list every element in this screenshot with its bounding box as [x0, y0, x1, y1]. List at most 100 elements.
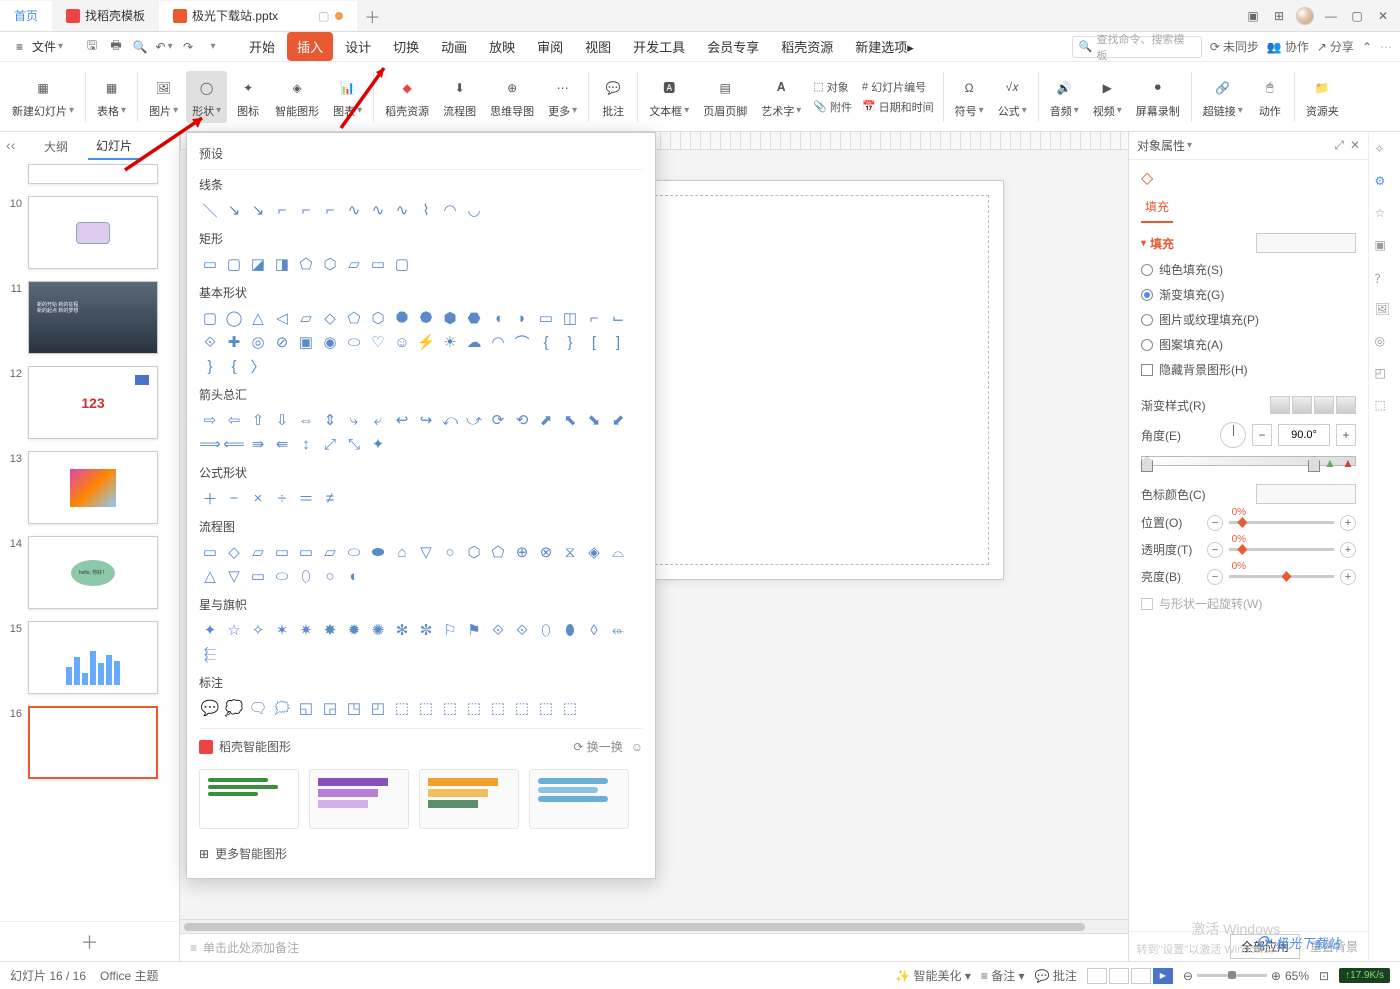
fill-preset-combo[interactable]	[1256, 233, 1356, 253]
window-maximize-button[interactable]: ▢	[1346, 5, 1368, 27]
fill-picture-radio[interactable]: 图片或纹理填充(P)	[1141, 311, 1356, 328]
panel-close-icon[interactable]: ✕	[1350, 138, 1360, 153]
layout-icon[interactable]: ▣	[1242, 5, 1264, 27]
beautify-button[interactable]: ✨ 智能美化 ▾	[895, 967, 971, 984]
position-slider[interactable]: 位置(O) − 0% +	[1141, 514, 1356, 531]
collab-button[interactable]: 👥 协作	[1267, 38, 1309, 55]
reset-bg-button[interactable]: 重置背景	[1310, 938, 1358, 955]
side-help-icon[interactable]: ？	[1375, 270, 1395, 290]
scrollbar-horizontal[interactable]	[180, 919, 1128, 933]
refresh-button[interactable]: ⟳ 换一换	[573, 738, 622, 755]
menu-docer[interactable]: 稻壳资源	[771, 32, 843, 61]
more-smart-shapes[interactable]: ⊞ 更多智能图形	[187, 837, 655, 870]
textbox-button[interactable]: 🅰文本框▾	[643, 71, 695, 123]
notes-toggle[interactable]: ≡ 备注 ▾	[981, 967, 1025, 984]
slide-thumb-15[interactable]	[28, 621, 158, 694]
rotate-with-shape-checkbox[interactable]: 与形状一起旋转(W)	[1141, 595, 1356, 612]
line-shape[interactable]: ＼	[199, 199, 221, 221]
fill-gradient-radio[interactable]: 渐变填充(G)	[1141, 286, 1356, 303]
menu-slideshow[interactable]: 放映	[479, 32, 525, 61]
screen-record-button[interactable]: ⏺屏幕录制	[1130, 71, 1186, 123]
hyperlink-button[interactable]: 🔗超链接▾	[1197, 71, 1249, 123]
gradient-style-swatches[interactable]	[1270, 396, 1356, 414]
fill-section-header[interactable]: 填充	[1141, 233, 1356, 253]
print-preview-icon[interactable]: 🔍	[131, 38, 149, 56]
avatar[interactable]	[1294, 5, 1316, 27]
hide-bg-checkbox[interactable]: 隐藏背景图形(H)	[1141, 361, 1356, 378]
fit-button[interactable]: ⊡	[1319, 969, 1329, 983]
menu-review[interactable]: 审阅	[527, 32, 573, 61]
ribbon-collapse-icon[interactable]: ⌃	[1362, 40, 1372, 54]
view-normal[interactable]	[1087, 968, 1107, 984]
angle-input[interactable]	[1278, 424, 1330, 446]
tab-document[interactable]: 极光下载站.pptx ▢	[159, 1, 357, 31]
smartart-button[interactable]: ◈智能图形	[269, 71, 325, 123]
menu-animation[interactable]: 动画	[431, 32, 477, 61]
print-icon[interactable]: 🖶	[107, 38, 125, 56]
notes-bar[interactable]: ≡ 单击此处添加备注	[180, 933, 1128, 961]
side-cube-icon[interactable]: ◰	[1375, 366, 1395, 386]
gradient-slider[interactable]: ▲ ▲	[1141, 456, 1356, 476]
save-icon[interactable]: 🖫	[83, 38, 101, 56]
tab-overflow-icon[interactable]: ▢	[318, 9, 329, 23]
slide-thumbnails[interactable]: 10 11新的开始 新的征程新的起点 新的梦想 12123 13 14hello…	[0, 160, 179, 921]
slide-thumb-14[interactable]: hello, 你好！	[28, 536, 158, 609]
menu-view[interactable]: 视图	[575, 32, 621, 61]
side-layers-icon[interactable]: ▣	[1375, 238, 1395, 258]
comment-button[interactable]: 💬批注	[594, 71, 632, 123]
slide-thumb-12[interactable]: 123	[28, 366, 158, 439]
template-item[interactable]	[419, 769, 519, 829]
transparency-slider[interactable]: 透明度(T) − 0% +	[1141, 541, 1356, 558]
slide-thumb-11[interactable]: 新的开始 新的征程新的起点 新的梦想	[28, 281, 158, 354]
picture-button[interactable]: 🖼图片▾	[143, 71, 184, 123]
icons-button[interactable]: ✦图标	[229, 71, 267, 123]
panel-pin-icon[interactable]: ⤢	[1334, 138, 1344, 153]
action-button[interactable]: 🖱动作	[1251, 71, 1289, 123]
resource-folder-button[interactable]: 📁资源夹	[1300, 71, 1345, 123]
sync-status[interactable]: ⟳ 未同步	[1210, 38, 1259, 55]
audio-button[interactable]: 🔊音频▾	[1044, 71, 1085, 123]
slide-number-button[interactable]: # 幻灯片编号	[862, 78, 934, 96]
menu-devtools[interactable]: 开发工具	[623, 32, 695, 61]
fill-tab[interactable]: 填充	[1141, 194, 1173, 223]
menu-insert[interactable]: 插入	[287, 32, 333, 61]
window-close-button[interactable]: ✕	[1372, 5, 1394, 27]
menu-newtab[interactable]: 新建选项▸	[845, 32, 924, 61]
grid-icon[interactable]: ⊞	[1268, 5, 1290, 27]
chart-button[interactable]: 📊图表▾	[327, 71, 368, 123]
mindmap-button[interactable]: ⊕思维导图	[484, 71, 540, 123]
add-stop-icon[interactable]: ▲	[1324, 456, 1338, 470]
fill-solid-radio[interactable]: 纯色填充(S)	[1141, 261, 1356, 278]
slides-tab[interactable]: 幻灯片	[88, 133, 140, 160]
view-sorter[interactable]	[1109, 968, 1129, 984]
side-star-icon[interactable]: ☆	[1375, 206, 1395, 226]
template-item[interactable]	[529, 769, 629, 829]
menu-design[interactable]: 设计	[335, 32, 381, 61]
tab-add-button[interactable]: ＋	[357, 4, 387, 28]
ribbon-more-icon[interactable]: ⋯	[1380, 40, 1392, 54]
datetime-button[interactable]: 📅 日期和时间	[862, 98, 934, 116]
brightness-slider[interactable]: 亮度(B) − 0% +	[1141, 568, 1356, 585]
outline-tab[interactable]: 大纲	[36, 134, 76, 159]
slide-thumb-13[interactable]	[28, 451, 158, 524]
view-reading[interactable]	[1131, 968, 1151, 984]
qat-overflow[interactable]: ▾	[203, 38, 221, 56]
table-button[interactable]: ▦表格▾	[91, 71, 132, 123]
slide-thumb-16[interactable]	[28, 706, 158, 779]
side-box-icon[interactable]: ⬚	[1375, 398, 1395, 418]
header-footer-button[interactable]: ▤页眉页脚	[697, 71, 753, 123]
side-properties-icon[interactable]: ⚙	[1375, 174, 1395, 194]
stop-color-combo[interactable]	[1256, 484, 1356, 504]
window-minimize-button[interactable]: —	[1320, 5, 1342, 27]
docer-resource-button[interactable]: ◆稻壳资源	[379, 71, 435, 123]
side-ai-icon[interactable]: ✧	[1375, 142, 1395, 162]
new-slide-button[interactable]: ▦新建幻灯片▾	[6, 71, 80, 123]
template-item[interactable]	[309, 769, 409, 829]
formula-button[interactable]: √𝑥公式▾	[992, 71, 1033, 123]
video-button[interactable]: ▶视频▾	[1087, 71, 1128, 123]
slide-thumb-10[interactable]	[28, 196, 158, 269]
tab-home[interactable]: 首页	[0, 1, 52, 31]
side-location-icon[interactable]: ◎	[1375, 334, 1395, 354]
attachment-button[interactable]: 📎 附件	[813, 98, 852, 116]
angle-dial[interactable]	[1220, 422, 1246, 448]
